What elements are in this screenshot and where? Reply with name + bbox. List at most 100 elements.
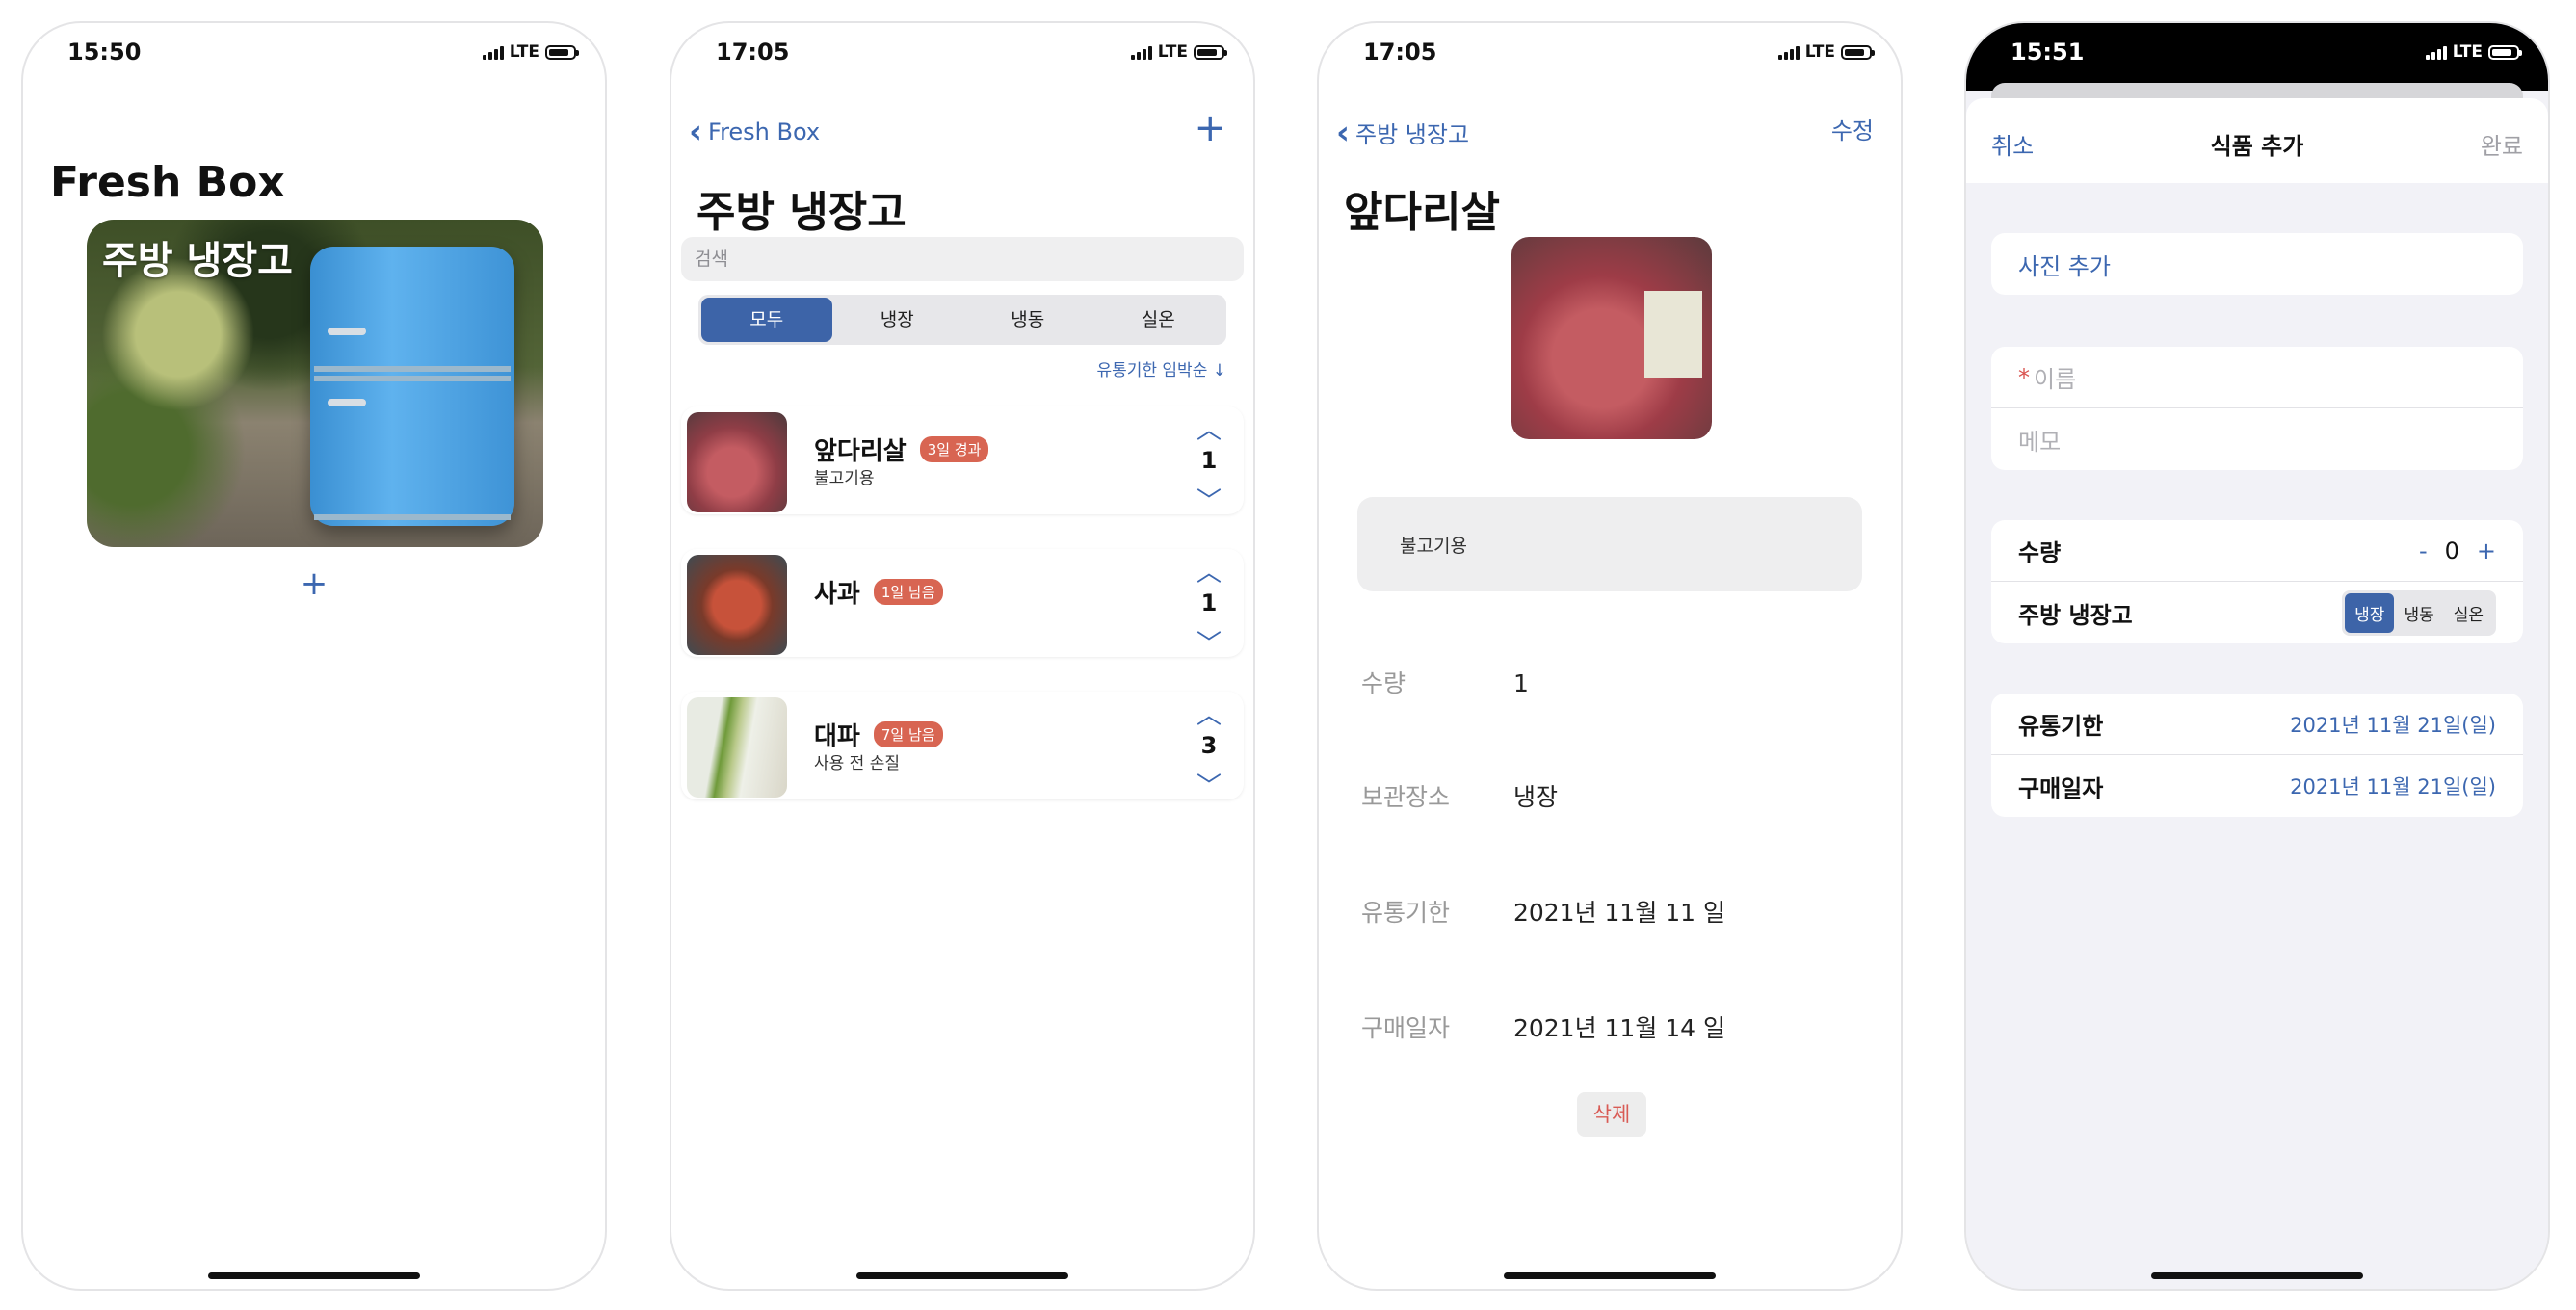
quantity-storage-group: 수량 - 0 + 주방 냉장고 냉장 냉동 실온 (1991, 520, 2523, 643)
item-thumbnail (687, 697, 787, 798)
segment-fridge[interactable]: 냉장 (2345, 592, 2395, 633)
edit-button[interactable]: 수정 (1831, 112, 1874, 145)
expiry-badge: 1일 남음 (873, 579, 943, 605)
chevron-down-icon[interactable]: ﹀ (1188, 482, 1230, 517)
chevron-left-icon: ‹ (689, 113, 703, 151)
search-input[interactable]: 검색 (681, 237, 1244, 281)
detail-label: 유통기한 (1361, 899, 1451, 927)
purchase-label: 구매일자 (2018, 774, 2104, 802)
battery-icon (545, 44, 579, 60)
purchase-row[interactable]: 구매일자 2021년 11월 21일(일) (1991, 755, 2523, 817)
home-indicator (208, 1272, 420, 1279)
segment-all[interactable]: 모두 (701, 298, 832, 342)
signal-icon (2425, 44, 2447, 60)
page-title: 앞다리살 (1344, 188, 1500, 237)
memo-placeholder: 메모 (2018, 428, 2062, 456)
chevron-down-icon[interactable]: ﹀ (1188, 767, 1230, 802)
home-indicator (856, 1272, 1068, 1279)
quantity-stepper: - 0 + (2419, 537, 2496, 564)
phone-screen-home: 15:50 LTE Fresh Box 주방 냉장고 + (21, 21, 607, 1291)
status-bar: 17:05 LTE (671, 23, 1253, 91)
chevron-left-icon: ‹ (1336, 113, 1351, 152)
page-title: 주방 냉장고 (697, 188, 907, 237)
back-button[interactable]: ‹ Fresh Box (689, 116, 820, 148)
segment-freezer[interactable]: 냉동 (962, 298, 1093, 342)
item-quantity: 1 (1200, 590, 1218, 616)
back-button[interactable]: ‹ 주방 냉장고 (1336, 116, 1469, 149)
navigation-bar: ‹ Fresh Box + (671, 106, 1253, 158)
add-fridge-button[interactable]: + (23, 564, 605, 603)
list-item[interactable]: 대파 7일 남음 사용 전 손질 ︿ 3 ﹀ (681, 692, 1244, 801)
item-thumbnail (687, 412, 787, 512)
status-time: 15:51 (2011, 39, 2085, 66)
detail-value: 1 (1512, 669, 1529, 697)
sheet-title: 식품 추가 (2210, 133, 2304, 160)
purchase-date-value[interactable]: 2021년 11월 21일(일) (2290, 772, 2496, 800)
detail-value: 냉장 (1512, 783, 1558, 811)
expiry-badge: 3일 경과 (919, 436, 989, 462)
status-bar: 15:51 LTE (1966, 23, 2548, 91)
chevron-down-icon[interactable]: ﹀ (1188, 624, 1230, 660)
chevron-up-icon[interactable]: ︿ (1188, 695, 1230, 731)
home-indicator (2151, 1272, 2363, 1279)
chevron-up-icon[interactable]: ︿ (1188, 410, 1230, 446)
navigation-bar: ‹ 주방 냉장고 수정 (1319, 110, 1901, 158)
decrement-button[interactable]: - (2419, 537, 2428, 564)
required-mark: * (2018, 363, 2030, 391)
add-item-sheet: 취소 식품 추가 완료 사진 추가 * 이름 메모 수량 - 0 + 주방 냉장… (1966, 98, 2548, 1289)
name-placeholder: 이름 (2034, 366, 2077, 393)
detail-row-expiry: 유통기한 2021년 11월 11 일 (1361, 894, 1725, 929)
sheet-header: 취소 식품 추가 완료 (1966, 98, 2548, 183)
quantity-stepper: ︿ 3 ﹀ (1188, 695, 1230, 801)
fridge-card[interactable]: 주방 냉장고 (87, 220, 543, 547)
name-memo-group: * 이름 메모 (1991, 347, 2523, 470)
phone-screen-add-item: 15:51 LTE 취소 식품 추가 완료 사진 추가 * 이름 메모 수량 -… (1964, 21, 2550, 1291)
status-time: 15:50 (67, 39, 142, 66)
storage-segment: 냉장 냉동 실온 (2342, 590, 2496, 636)
status-time: 17:05 (1363, 39, 1437, 66)
segment-freezer[interactable]: 냉동 (2394, 593, 2443, 633)
signal-icon (1777, 44, 1800, 60)
detail-value: 2021년 11월 14 일 (1512, 1014, 1726, 1042)
quantity-stepper: ︿ 1 ﹀ (1188, 410, 1230, 516)
detail-label: 구매일자 (1361, 1014, 1451, 1042)
detail-row-storage: 보관장소 냉장 (1361, 778, 1558, 813)
chevron-up-icon[interactable]: ︿ (1188, 553, 1230, 589)
sort-button[interactable]: 유통기한 임박순 ↓ (1096, 356, 1226, 380)
expiry-badge: 7일 남음 (873, 721, 943, 747)
memo-field[interactable]: 메모 (1991, 408, 2523, 470)
add-item-button[interactable]: + (1194, 106, 1226, 150)
status-bar: 17:05 LTE (1319, 23, 1901, 91)
increment-button[interactable]: + (2477, 537, 2496, 564)
item-photo (1511, 237, 1712, 439)
status-time: 17:05 (716, 39, 790, 66)
item-quantity: 3 (1200, 732, 1218, 759)
network-label: LTE (1804, 42, 1835, 62)
list-item[interactable]: 앞다리살 3일 경과 불고기용 ︿ 1 ﹀ (681, 406, 1244, 516)
item-name: 사과 (814, 580, 860, 609)
network-label: LTE (1157, 42, 1188, 62)
battery-icon (1194, 44, 1227, 60)
segment-room[interactable]: 실온 (1093, 298, 1224, 342)
expiry-date-value[interactable]: 2021년 11월 21일(일) (2290, 710, 2496, 739)
detail-value: 2021년 11월 11 일 (1512, 899, 1726, 927)
list-item[interactable]: 사과 1일 남음 ︿ 1 ﹀ (681, 549, 1244, 660)
add-photo-button[interactable]: 사진 추가 (1991, 233, 2523, 295)
expiry-row[interactable]: 유통기한 2021년 11월 21일(일) (1991, 694, 2523, 755)
item-note: 사용 전 손질 (814, 754, 901, 773)
quantity-row: 수량 - 0 + (1991, 520, 2523, 582)
phone-screen-item-detail: 17:05 LTE ‹ 주방 냉장고 수정 앞다리살 불고기용 수량 1 보관장… (1317, 21, 1903, 1291)
segment-room[interactable]: 실온 (2444, 593, 2493, 633)
signal-icon (1130, 44, 1152, 60)
segment-fridge[interactable]: 냉장 (832, 298, 963, 342)
detail-row-purchase: 구매일자 2021년 11월 14 일 (1361, 1009, 1725, 1044)
name-field[interactable]: * 이름 (1991, 347, 2523, 408)
item-note: 불고기용 (814, 469, 875, 488)
done-button[interactable]: 완료 (2481, 127, 2523, 161)
storage-label: 주방 냉장고 (2018, 601, 2133, 629)
network-label: LTE (509, 42, 539, 62)
photo-group: 사진 추가 (1991, 233, 2523, 295)
delete-button[interactable]: 삭제 (1577, 1092, 1646, 1137)
item-name: 대파 (814, 722, 860, 751)
battery-icon (2488, 44, 2522, 60)
